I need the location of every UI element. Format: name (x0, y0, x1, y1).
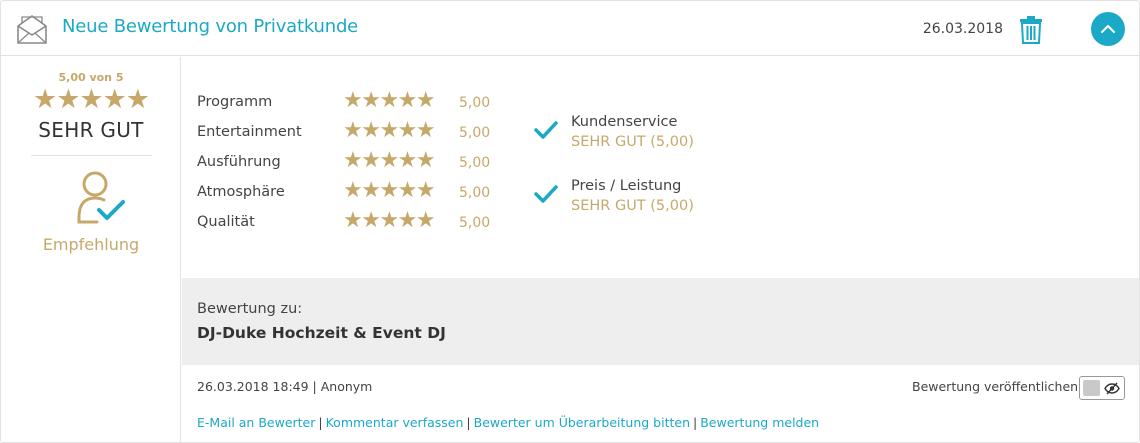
email-reviewer-link[interactable]: E-Mail an Bewerter (197, 415, 315, 430)
check-title: Preis / Leistung (571, 178, 682, 194)
rating-label: Atmosphäre (197, 184, 285, 200)
trash-icon[interactable] (1019, 16, 1043, 44)
review-target-panel: Bewertung zu: DJ-Duke Hochzeit & Event D… (182, 278, 1139, 365)
collapse-button[interactable] (1091, 12, 1125, 46)
check-kundenservice: Kundenservice SEHR GUT (5,00) (533, 114, 733, 154)
checkmark-icon (534, 185, 558, 203)
toggle-knob (1083, 380, 1100, 396)
request-revision-link[interactable]: Bewerter um Überarbeitung bitten (474, 415, 690, 430)
rating-stars: ★★★★★ (343, 178, 436, 203)
rating-value: 5,00 (459, 155, 491, 171)
review-card: Neue Bewertung von Privatkunde 26.03.201… (0, 0, 1140, 443)
checkmark-icon (534, 121, 558, 139)
action-links: E-Mail an Bewerter | Kommentar verfassen | B… (197, 415, 819, 430)
rating-stars: ★★★★★ (343, 148, 436, 173)
check-grade: SEHR GUT (5,00) (571, 134, 694, 150)
review-meta: 26.03.2018 18:49 | Anonym (197, 379, 373, 394)
rating-row: Qualität ★★★★★ 5,00 (197, 208, 517, 236)
eye-hidden-icon (1104, 382, 1120, 395)
publish-toggle[interactable] (1079, 376, 1125, 400)
overall-score: 5,00 von 5 (58, 71, 124, 84)
rating-label: Entertainment (197, 124, 302, 140)
review-date: 26.03.2018 (922, 21, 1003, 37)
check-title: Kundenservice (571, 114, 678, 130)
check-preis-leistung: Preis / Leistung SEHR GUT (5,00) (533, 178, 733, 218)
report-review-link[interactable]: Bewertung melden (700, 415, 819, 430)
rating-stars: ★★★★★ (343, 88, 436, 113)
rating-label: Programm (197, 94, 273, 110)
divider (31, 155, 152, 156)
rating-row: Programm ★★★★★ 5,00 (197, 88, 517, 116)
rating-row: Entertainment ★★★★★ 5,00 (197, 118, 517, 146)
overall-grade: SEHR GUT (38, 118, 144, 142)
review-header: Neue Bewertung von Privatkunde 26.03.201… (1, 1, 1139, 56)
rating-label: Ausführung (197, 154, 281, 170)
write-comment-link[interactable]: Kommentar verfassen (326, 415, 464, 430)
overall-summary: 5,00 von 5 ★★★★★ SEHR GUT Empfehlung (1, 57, 181, 443)
recommendation-label: Empfehlung (42, 235, 140, 254)
rating-value: 5,00 (459, 215, 491, 231)
rating-row: Ausführung ★★★★★ 5,00 (197, 148, 517, 176)
page-title: Neue Bewertung von Privatkunde (62, 16, 359, 37)
link-separator: | (466, 415, 471, 430)
chevron-up-icon (1101, 25, 1115, 33)
rating-stars: ★★★★★ (343, 208, 436, 233)
rating-value: 5,00 (459, 185, 491, 201)
user-check-icon (77, 171, 125, 224)
rating-value: 5,00 (459, 95, 491, 111)
publish-label: Bewertung veröffentlichen: (912, 379, 1083, 394)
rating-row: Atmosphäre ★★★★★ 5,00 (197, 178, 517, 206)
check-grade: SEHR GUT (5,00) (571, 198, 694, 214)
rating-label: Qualität (197, 214, 255, 230)
overall-stars: ★★★★★ (32, 84, 150, 115)
open-envelope-icon (17, 15, 47, 44)
review-target-name: DJ-Duke Hochzeit & Event DJ (197, 324, 446, 342)
link-separator: | (693, 415, 698, 430)
rating-value: 5,00 (459, 125, 491, 141)
rating-stars: ★★★★★ (343, 118, 436, 143)
link-separator: | (318, 415, 323, 430)
review-target-label: Bewertung zu: (197, 301, 303, 317)
